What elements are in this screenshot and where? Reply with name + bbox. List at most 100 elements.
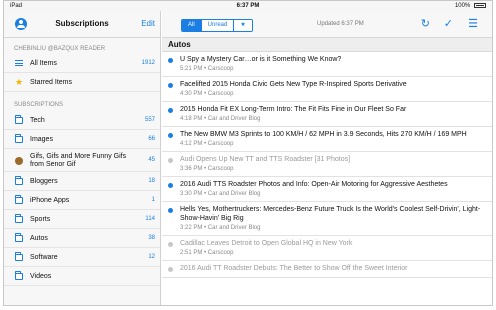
list-icon[interactable]: ☰ bbox=[468, 17, 478, 31]
sidebar-item-sports[interactable]: Sports 114 bbox=[4, 210, 160, 229]
read-dot bbox=[168, 158, 173, 163]
battery-icon bbox=[474, 2, 486, 8]
folder-icon bbox=[15, 252, 23, 261]
article-meta: 4:30 PM • Carscoop bbox=[180, 91, 234, 97]
status-bar: iPad 6:37 PM 100% bbox=[4, 1, 492, 11]
status-time: 6:37 PM bbox=[236, 3, 260, 9]
sidebar-item-tech[interactable]: Tech 557 bbox=[4, 111, 160, 130]
sidebar-item-label: Software bbox=[30, 254, 58, 261]
sidebar-item-label: Autos bbox=[30, 235, 48, 242]
sidebar-item-label: Tech bbox=[30, 117, 45, 124]
article-title: The New BMW M3 Sprints to 100 KM/H / 62 … bbox=[180, 131, 467, 138]
article-list-pane: All Unread ★ Updated 6:37 PM ↻ ✓ ☰ Autos… bbox=[162, 11, 492, 305]
sidebar-item-all-items[interactable]: All Items 1912 bbox=[4, 54, 160, 73]
article-meta: 4:12 PM • Carscoop bbox=[180, 141, 234, 147]
unread-dot bbox=[168, 133, 173, 138]
article-title: U Spy a Mystery Car…or is it Something W… bbox=[180, 56, 342, 63]
subscriptions-section-header: SUBSCRIPTIONS bbox=[14, 102, 64, 108]
article-row[interactable]: U Spy a Mystery Car…or is it Something W… bbox=[162, 52, 492, 77]
article-title: Facelifted 2015 Honda Civic Gets New Typ… bbox=[180, 81, 407, 88]
account-section-header: CHEBINLIU @BAZQUX READER bbox=[14, 46, 106, 52]
article-row[interactable]: Hells Yes, Mothertruckers: Mercedes-Benz… bbox=[162, 202, 492, 236]
filter-segmented-control: All Unread ★ bbox=[181, 19, 253, 32]
sidebar-item-iphone-apps[interactable]: iPhone Apps 1 bbox=[4, 191, 160, 210]
unread-dot bbox=[168, 183, 173, 188]
sidebar-item-software[interactable]: Software 12 bbox=[4, 248, 160, 267]
article-row[interactable]: Facelifted 2015 Honda Civic Gets New Typ… bbox=[162, 77, 492, 102]
star-icon: ★ bbox=[15, 77, 24, 87]
battery-indicator: 100% bbox=[455, 1, 486, 11]
sidebar-item-starred-items[interactable]: ★ Starred Items bbox=[4, 73, 160, 92]
checkmark-icon[interactable]: ✓ bbox=[444, 17, 453, 31]
article-title: Audi Opens Up New TT and TTS Roadster [3… bbox=[180, 156, 351, 163]
unread-dot bbox=[168, 83, 173, 88]
folder-icon bbox=[15, 214, 23, 223]
all-items-icon bbox=[15, 60, 23, 66]
folder-icon bbox=[15, 271, 23, 280]
filter-unread-tab[interactable]: Unread bbox=[200, 20, 234, 31]
article-row[interactable]: 2016 Audi TT Roadster Debuts: The Better… bbox=[162, 261, 492, 278]
sidebar-item-label: Images bbox=[30, 136, 53, 143]
sidebar-item-autos[interactable]: Autos 38 bbox=[4, 229, 160, 248]
sidebar-item-images[interactable]: Images 66 bbox=[4, 130, 160, 149]
sidebar-item-bloggers[interactable]: Bloggers 18 bbox=[4, 172, 160, 191]
article-row[interactable]: 2015 Honda Fit EX Long-Term Intro: The F… bbox=[162, 102, 492, 127]
unread-dot bbox=[168, 58, 173, 63]
unread-count: 114 bbox=[145, 216, 155, 222]
edit-button[interactable]: Edit bbox=[141, 19, 155, 28]
unread-count: 557 bbox=[144, 117, 155, 123]
unread-count: 18 bbox=[148, 178, 155, 184]
refresh-icon[interactable]: ↻ bbox=[421, 17, 430, 31]
filter-all-tab[interactable]: All bbox=[182, 20, 201, 31]
article-title: 2016 Audi TTS Roadster Photos and Info: … bbox=[180, 181, 448, 188]
updated-timestamp: Updated 6:37 PM bbox=[317, 21, 364, 27]
article-meta: 5:21 PM • Carscoop bbox=[180, 66, 234, 72]
sidebar-item-videos[interactable]: Videos bbox=[4, 267, 160, 286]
article-title: Hells Yes, Mothertruckers: Mercedes-Benz… bbox=[180, 206, 481, 222]
article-row[interactable]: Cadillac Leaves Detroit to Open Global H… bbox=[162, 236, 492, 261]
sidebar-item-label: All Items bbox=[30, 60, 57, 67]
folder-icon bbox=[15, 176, 23, 185]
filter-starred-tab[interactable]: ★ bbox=[233, 20, 252, 31]
article-title: 2016 Audi TT Roadster Debuts: The Better… bbox=[180, 265, 408, 272]
folder-icon bbox=[15, 233, 23, 242]
sidebar-item-label: Videos bbox=[30, 273, 52, 280]
unread-dot bbox=[168, 208, 173, 213]
article-row[interactable]: The New BMW M3 Sprints to 100 KM/H / 62 … bbox=[162, 127, 492, 152]
sidebar: Subscriptions Edit CHEBINLIU @BAZQUX REA… bbox=[4, 11, 161, 305]
sidebar-item-label: Sports bbox=[30, 216, 51, 223]
folder-icon bbox=[15, 115, 23, 124]
article-row[interactable]: Audi Opens Up New TT and TTS Roadster [3… bbox=[162, 152, 492, 177]
unread-count: 1912 bbox=[141, 60, 155, 66]
unread-count: 66 bbox=[148, 136, 155, 142]
sidebar-item-gifs[interactable]: Gifs, Gifs and More Funny Gifs from Seno… bbox=[4, 149, 160, 172]
toolbar: All Unread ★ Updated 6:37 PM ↻ ✓ ☰ bbox=[162, 11, 492, 38]
unread-count: 38 bbox=[148, 235, 155, 241]
read-dot bbox=[168, 242, 173, 247]
article-meta: 3:22 PM • Car and Driver Blog bbox=[180, 225, 261, 231]
article-meta: 2:51 PM • Carscoop bbox=[180, 250, 234, 256]
article-meta: 4:18 PM • Car and Driver Blog bbox=[180, 116, 261, 122]
article-row[interactable]: 2016 Audi TTS Roadster Photos and Info: … bbox=[162, 177, 492, 202]
feed-icon bbox=[15, 157, 23, 165]
unread-count: 12 bbox=[148, 254, 155, 260]
article-meta: 3:30 PM • Car and Driver Blog bbox=[180, 191, 261, 197]
folder-icon bbox=[15, 195, 23, 204]
unread-count: 1 bbox=[151, 197, 155, 203]
article-title: Cadillac Leaves Detroit to Open Global H… bbox=[180, 240, 353, 247]
sidebar-header: Subscriptions Edit bbox=[4, 11, 160, 38]
unread-dot bbox=[168, 108, 173, 113]
sidebar-item-label: iPhone Apps bbox=[30, 197, 70, 204]
app-window: iPad 6:37 PM 100% Subscriptions Edit CHE… bbox=[3, 0, 493, 306]
sidebar-title: Subscriptions bbox=[55, 19, 109, 28]
sidebar-item-label: Starred Items bbox=[30, 79, 73, 86]
battery-label: 100% bbox=[454, 3, 471, 9]
read-dot bbox=[168, 267, 173, 272]
article-meta: 3:36 PM • Carscoop bbox=[180, 166, 234, 172]
sidebar-item-label: Bloggers bbox=[30, 178, 58, 185]
folder-icon bbox=[15, 134, 23, 143]
unread-count: 45 bbox=[148, 157, 155, 163]
sidebar-item-label: Gifs, Gifs and More Funny Gifs from Seno… bbox=[30, 153, 127, 168]
article-title: 2015 Honda Fit EX Long-Term Intro: The F… bbox=[180, 106, 407, 113]
section-title: Autos bbox=[162, 38, 492, 52]
